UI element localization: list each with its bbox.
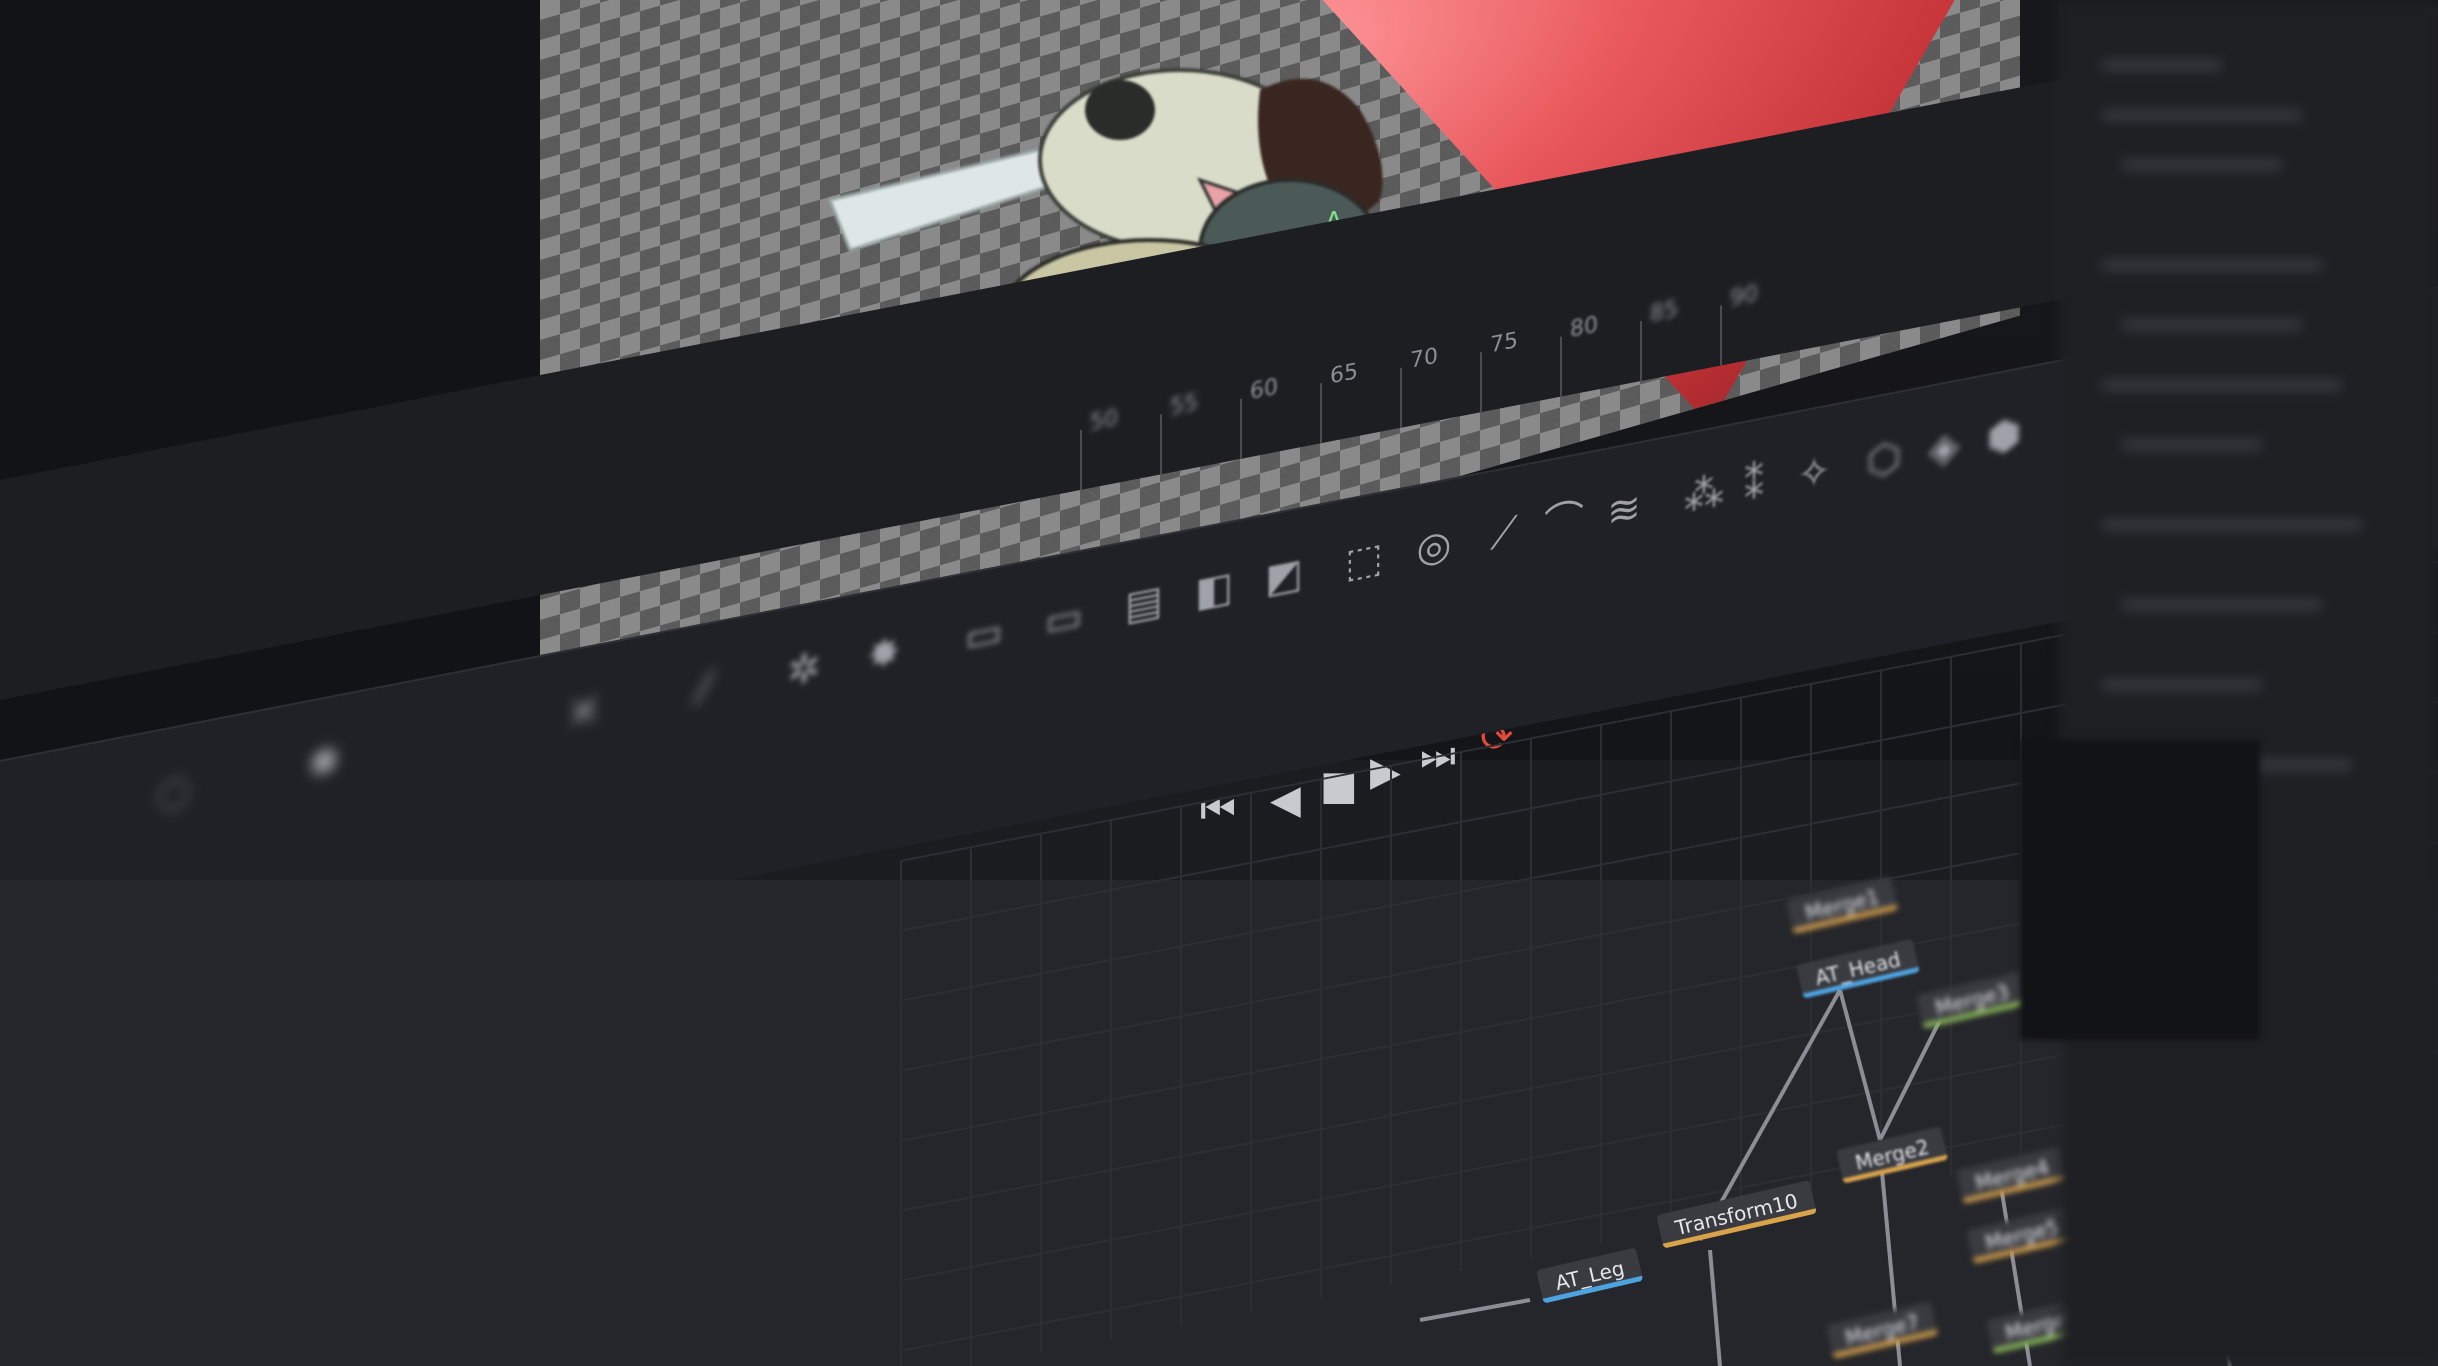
- tool-icon[interactable]: ✕: [560, 684, 608, 741]
- inspector-row: [2102, 60, 2222, 70]
- inspector-row: [2122, 320, 2302, 330]
- ruler-tick-label: 50: [1090, 405, 1118, 437]
- inspector-row: [2122, 160, 2282, 170]
- inspector-row: [2102, 260, 2322, 270]
- 3d-tool-icon[interactable]: ◈: [1920, 419, 1968, 476]
- ruler-tick: [1320, 383, 1322, 444]
- tool-icon[interactable]: ◧: [1190, 561, 1238, 618]
- node-navigator[interactable]: [2020, 740, 2260, 1040]
- inspector-row: [2102, 110, 2302, 120]
- tool-icon[interactable]: ⁄: [680, 660, 728, 717]
- ruler-tick-label: 75: [1490, 327, 1518, 359]
- inspector-panel[interactable]: [2060, 0, 2438, 1366]
- ruler-tick: [1560, 336, 1562, 397]
- paint-icon[interactable]: ≋: [1600, 482, 1648, 539]
- ruler-tick-label: 65: [1330, 359, 1358, 390]
- ruler-tick-label: 55: [1170, 390, 1198, 421]
- ruler-tick: [1080, 429, 1082, 491]
- tool-icon[interactable]: ▭: [960, 606, 1008, 663]
- bspline-mask-icon[interactable]: ⌒: [1540, 493, 1588, 550]
- tool-icon[interactable]: ▤: [1120, 575, 1168, 632]
- ruler-tick: [1720, 305, 1722, 366]
- 3d-tool-icon[interactable]: ⬢: [1980, 408, 2028, 465]
- ruler-tick-label: 80: [1570, 312, 1598, 343]
- tool-icon[interactable]: ✲: [780, 641, 828, 698]
- ruler-tick: [1640, 320, 1642, 382]
- tool-icon[interactable]: ◌: [150, 764, 198, 821]
- ruler-tick: [1160, 414, 1162, 475]
- ruler-tick: [1480, 351, 1482, 413]
- 3d-tool-icon[interactable]: ⬡: [1860, 431, 1908, 488]
- particle-tool-icon[interactable]: ✧: [1790, 445, 1838, 502]
- tool-icon[interactable]: ▭: [1040, 591, 1088, 648]
- ruler-tick: [1240, 398, 1242, 459]
- particle-tool-icon[interactable]: ⁑: [1730, 456, 1778, 513]
- ellipse-mask-icon[interactable]: ◎: [1410, 519, 1458, 576]
- particle-tool-icon[interactable]: ⁂: [1680, 466, 1728, 523]
- polygon-mask-icon[interactable]: ⟋: [1480, 505, 1528, 562]
- inspector-row: [2102, 520, 2362, 530]
- fusion-compositor: A B B 50 55 60 65 70 75 80 85 90 ⏮ ◀ ■ ▶…: [0, 0, 2438, 1366]
- inspector-row: [2102, 680, 2262, 690]
- tool-icon[interactable]: ✸: [860, 626, 908, 683]
- inspector-row: [2102, 380, 2342, 390]
- ruler-tick-label: 70: [1410, 343, 1438, 374]
- inspector-row: [2122, 600, 2322, 610]
- ruler-tick-label: 90: [1730, 281, 1758, 312]
- ruler-tick-label: 85: [1650, 296, 1678, 328]
- tool-icon[interactable]: ◩: [1260, 548, 1308, 605]
- ruler-tick: [1400, 367, 1402, 428]
- rectangle-mask-icon[interactable]: ⬚: [1340, 532, 1388, 589]
- ruler-tick-label: 60: [1250, 374, 1278, 406]
- inspector-row: [2122, 440, 2262, 450]
- tool-icon[interactable]: ✺: [300, 734, 348, 791]
